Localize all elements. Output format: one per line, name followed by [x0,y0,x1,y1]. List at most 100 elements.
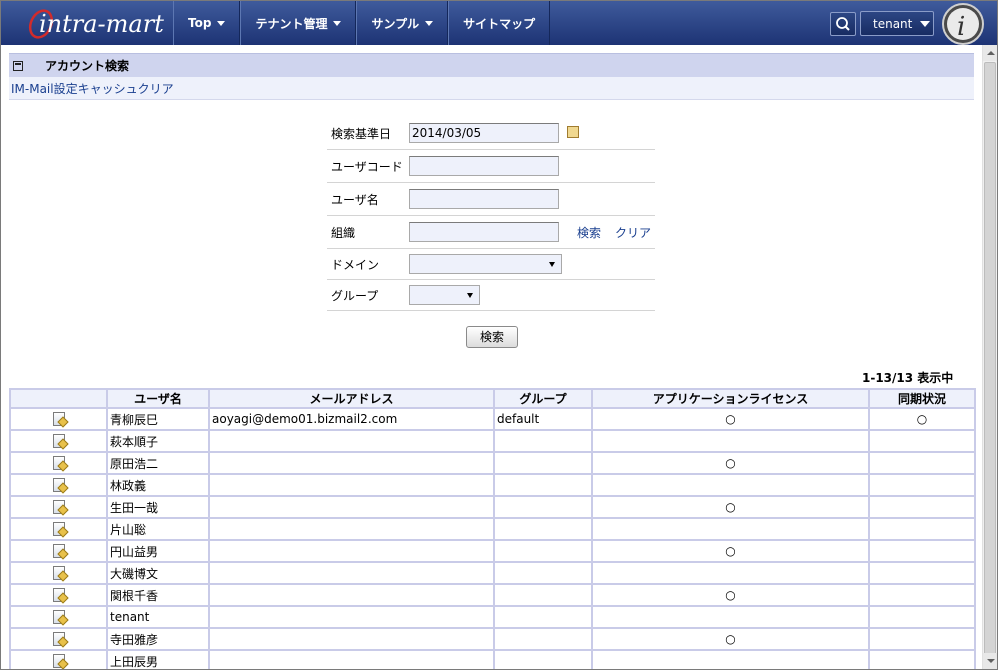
group-row: グループ [327,280,655,311]
scroll-down-button[interactable] [983,653,997,669]
nav-sample[interactable]: サンプル [356,1,449,45]
edit-document-icon[interactable] [52,566,65,581]
search-button[interactable]: 検索 [466,326,518,348]
group-cell [493,429,593,453]
email-cell [208,583,495,607]
table-row: 片山聡 [9,517,976,541]
org-input[interactable] [409,222,559,242]
edit-document-icon[interactable] [52,434,65,449]
detail-cell[interactable] [9,583,108,607]
user-name-cell: 寺田雅彦 [106,627,210,651]
col-icon [9,388,108,409]
detail-cell[interactable] [9,517,108,541]
email-cell [208,451,495,475]
edit-document-icon[interactable] [52,610,65,625]
header-search-button[interactable] [830,12,856,36]
sync-cell [868,473,976,497]
detail-cell[interactable] [9,451,108,475]
edit-document-icon[interactable] [52,588,65,603]
email-cell [208,605,495,629]
scroll-thumb[interactable] [984,62,996,667]
nav-tenant-admin-label: テナント管理 [255,16,328,31]
user-name-label: ユーザ名 [331,192,379,207]
chevron-down-icon [920,20,931,27]
table-row: tenant [9,605,976,629]
license-cell [591,561,870,585]
detail-cell[interactable] [9,495,108,519]
edit-document-icon[interactable] [52,412,65,427]
vertical-scrollbar[interactable] [982,45,997,669]
date-input[interactable] [409,123,559,143]
intra-mart-logo[interactable]: intra-mart [9,5,169,41]
user-name: tenant [873,16,913,31]
email-cell [208,561,495,585]
domain-select[interactable] [409,254,562,274]
sync-cell [868,583,976,607]
account-table: ユーザ名 メールアドレス グループ アプリケーションライセンス 同期状況 青柳辰… [9,388,976,669]
license-cell [591,473,870,497]
nav-top-label: Top [188,16,212,30]
user-name-input[interactable] [409,189,559,209]
im-info-icon[interactable]: i [941,2,985,46]
col-user-name[interactable]: ユーザ名 [106,388,210,409]
edit-document-icon[interactable] [52,500,65,515]
date-label: 検索基準日 [331,126,392,141]
col-sync[interactable]: 同期状況 [868,388,976,409]
group-cell [493,583,593,607]
edit-document-icon[interactable] [52,478,65,493]
user-name-row: ユーザ名 [327,183,655,216]
edit-document-icon[interactable] [52,654,65,669]
page-title-bar: アカウント検索 [9,53,974,77]
table-body: 青柳辰巳 aoyagi@demo01.bizmail2.com default … [9,407,976,669]
license-cell: ○ [591,451,870,475]
license-cell [591,605,870,629]
chevron-down-icon [425,20,434,26]
org-search-link[interactable]: 検索 [577,224,601,241]
result-count: 1-13/13 表示中 [862,371,954,385]
nav-top[interactable]: Top [173,1,241,45]
table-row: 原田浩二 ○ [9,451,976,475]
detail-cell[interactable] [9,627,108,651]
user-code-input[interactable] [409,156,559,176]
nav-sitemap[interactable]: サイトマップ [448,1,551,45]
main-nav: Top テナント管理 サンプル サイトマップ [173,1,551,45]
table-row: 萩本順子 [9,429,976,453]
user-name-cell: 関根千香 [106,583,210,607]
search-icon [836,17,850,31]
detail-cell[interactable] [9,407,108,431]
detail-cell[interactable] [9,429,108,453]
sync-cell [868,495,976,519]
scroll-up-button[interactable] [983,45,997,61]
detail-cell[interactable] [9,605,108,629]
col-group[interactable]: グループ [493,388,593,409]
calendar-icon[interactable] [567,126,579,138]
user-name-cell: 萩本順子 [106,429,210,453]
org-clear-link[interactable]: クリア [615,224,651,241]
detail-cell[interactable] [9,539,108,563]
user-name-cell: tenant [106,605,210,629]
date-row: 検索基準日 [327,117,655,150]
edit-document-icon[interactable] [52,632,65,647]
group-cell [493,605,593,629]
edit-document-icon[interactable] [52,522,65,537]
detail-cell[interactable] [9,473,108,497]
edit-document-icon[interactable] [52,544,65,559]
user-name-cell: 円山益男 [106,539,210,563]
email-cell [208,429,495,453]
license-cell [591,649,870,669]
mail-cache-clear-link[interactable]: IM-Mail設定キャッシュクリア [11,80,174,97]
email-cell [208,539,495,563]
col-email[interactable]: メールアドレス [208,388,495,409]
detail-cell[interactable] [9,561,108,585]
nav-sitemap-label: サイトマップ [463,16,536,31]
email-cell [208,517,495,541]
edit-document-icon[interactable] [52,456,65,471]
group-cell [493,561,593,585]
detail-cell[interactable] [9,649,108,669]
table-row: 関根千香 ○ [9,583,976,607]
user-menu-button[interactable]: tenant [860,11,934,36]
license-cell: ○ [591,583,870,607]
group-select[interactable] [409,285,480,305]
nav-tenant-admin[interactable]: テナント管理 [240,1,357,45]
col-license[interactable]: アプリケーションライセンス [591,388,870,409]
